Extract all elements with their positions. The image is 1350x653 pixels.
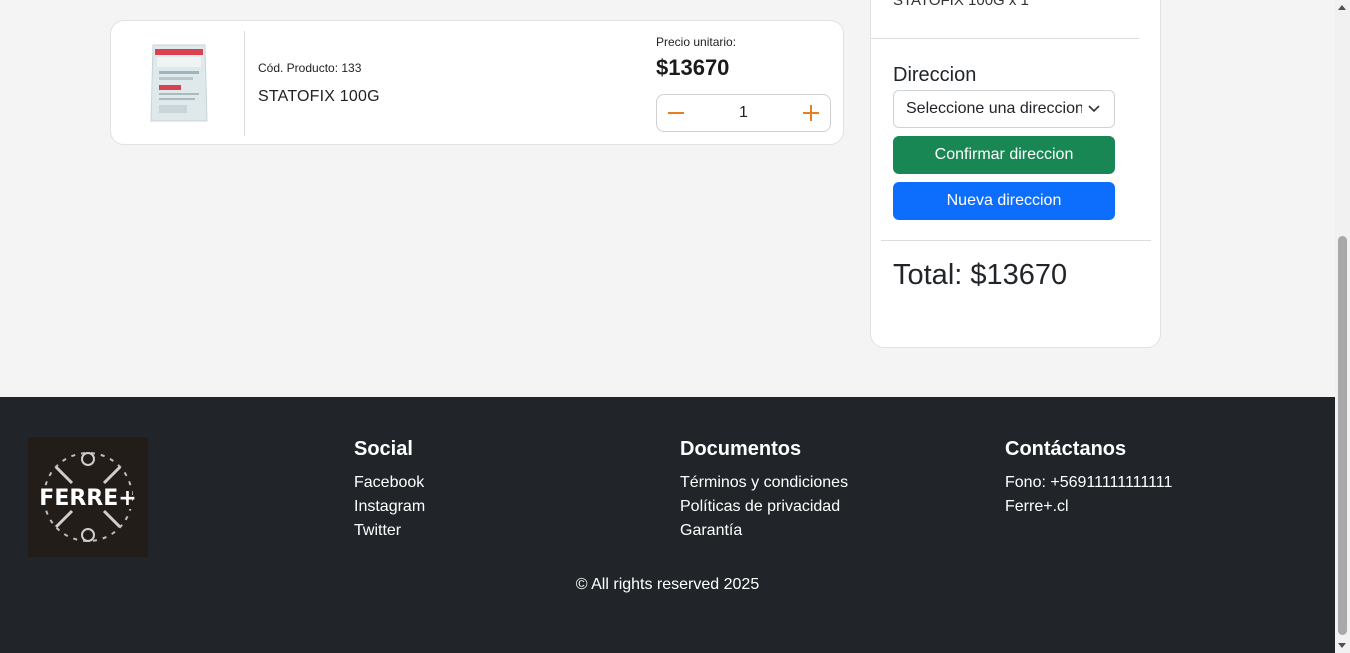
logo-text: FERRE+ [39,486,136,511]
documents-heading: Documentos [680,438,802,460]
summary-line-item: STATOFIX 100G x 1 [893,0,1029,9]
decrement-button[interactable] [657,95,695,131]
privacy-link[interactable]: Políticas de privacidad [680,495,848,519]
contact-heading: Contáctanos [1005,438,1127,460]
address-label: Direccion [893,64,977,86]
quantity-value[interactable]: 1 [697,104,790,122]
minus-icon [668,112,684,114]
unit-price-label: Precio unitario: [656,35,737,49]
terms-link[interactable]: Términos y condiciones [680,471,848,495]
warranty-link[interactable]: Garantía [680,519,848,543]
summary-divider [871,38,1139,39]
ferre-logo[interactable]: FERRE+ [28,437,148,557]
scroll-down-icon[interactable] [1338,643,1346,648]
instagram-link[interactable]: Instagram [354,495,425,519]
address-select[interactable]: Seleccione una direccion [893,90,1115,128]
confirm-address-button[interactable]: Confirmar direccion [893,136,1115,174]
twitter-link[interactable]: Twitter [354,519,425,543]
footer-social: Social Facebook Instagram Twitter [354,437,425,543]
product-image [147,41,211,125]
product-name: STATOFIX 100G [258,88,380,105]
site-footer: FERRE+ Social Facebook Instagram Twitter… [0,397,1335,653]
cart-page: Cód. Producto: 133 STATOFIX 100G Precio … [0,0,1335,653]
unit-price: $13670 [656,55,730,80]
footer-documents: Documentos Términos y condiciones Políti… [680,437,848,543]
scroll-thumb[interactable] [1338,236,1347,635]
footer-contact: Contáctanos Fono: +56911111111111 Ferre+… [1005,437,1172,519]
scroll-up-icon[interactable] [1338,5,1346,10]
plus-icon [803,105,819,121]
website-text[interactable]: Ferre+.cl [1005,495,1172,519]
cart-item-card: Cód. Producto: 133 STATOFIX 100G Precio … [110,20,844,145]
new-address-button[interactable]: Nueva direccion [893,182,1115,220]
chevron-down-icon [1088,105,1100,113]
facebook-link[interactable]: Facebook [354,471,425,495]
page-scrollbar[interactable] [1335,0,1350,653]
order-total: Total: $13670 [893,259,1068,291]
order-summary-card: STATOFIX 100G x 1 Direccion Seleccione u… [870,0,1161,348]
phone-text: Fono: +56911111111111 [1005,474,1173,491]
quantity-stepper: 1 [656,94,831,132]
increment-button[interactable] [792,95,830,131]
product-code: Cód. Producto: 133 [258,61,362,75]
total-divider [881,240,1151,241]
social-heading: Social [354,438,413,460]
copyright-text: © All rights reserved 2025 [575,576,760,593]
address-select-value: Seleccione una direccion [906,100,1082,117]
card-divider [244,31,245,136]
